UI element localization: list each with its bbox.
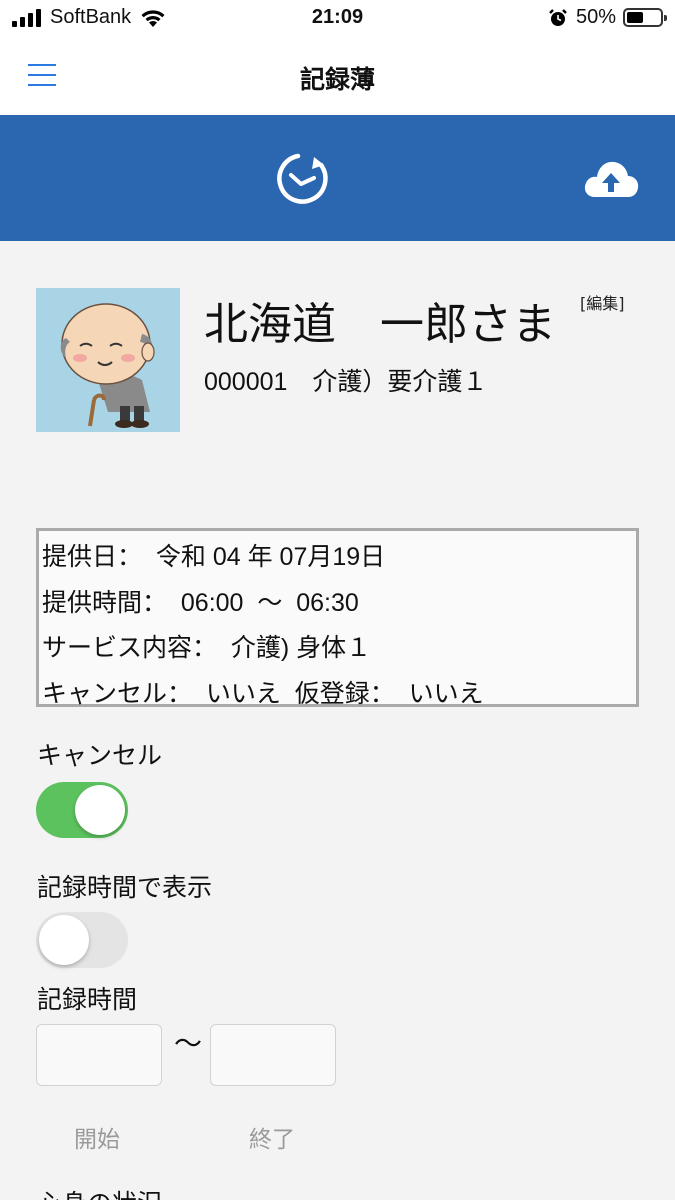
toolbar xyxy=(0,115,675,241)
service-cancel-status: キャンセル： いいえ 仮登録： いいえ xyxy=(42,679,484,708)
battery-fill xyxy=(627,12,643,23)
toggle-knob xyxy=(39,915,89,965)
service-info-box: 提供日： 令和 04 年 07月19日 提供時間： 06:00 〜 06:30 … xyxy=(36,528,639,708)
record-time-label: 記録時間 xyxy=(37,985,138,1014)
start-label: 開始 xyxy=(74,1127,120,1153)
battery-percent: 50% xyxy=(575,6,616,28)
status-bar: SoftBank 21:09 50% xyxy=(0,0,675,38)
nav-bar: 記録薄 xyxy=(0,38,675,115)
patient-info: 000001 介護）要介護１ xyxy=(204,368,488,396)
physical-condition-label: 心身の状況 xyxy=(37,1184,162,1200)
service-date: 提供日： 令和 04 年 07月19日 xyxy=(42,543,386,571)
cancel-label: キャンセル xyxy=(37,741,163,770)
toggle-knob xyxy=(75,785,125,835)
page-title: 記録薄 xyxy=(299,65,375,94)
cancel-toggle[interactable] xyxy=(36,782,128,838)
end-label: 終了 xyxy=(249,1127,295,1153)
patient-name: 北海道 一郎さま xyxy=(204,300,556,349)
cloud-upload-icon[interactable] xyxy=(582,155,640,201)
range-tilde: 〜 xyxy=(174,1027,203,1060)
avatar xyxy=(36,288,180,432)
edit-link[interactable]: [編集] xyxy=(580,290,625,314)
battery-icon xyxy=(623,8,667,27)
record-time-display-toggle[interactable] xyxy=(36,912,128,968)
start-time-input[interactable] xyxy=(36,1024,162,1086)
end-time-input[interactable] xyxy=(210,1024,336,1086)
service-content: サービス内容： 介護) 身体１ xyxy=(42,634,372,662)
record-time-display-label: 記録時間で表示 xyxy=(37,873,213,902)
alarm-icon xyxy=(549,8,567,26)
history-clock-icon[interactable] xyxy=(274,151,332,207)
elderly-man-illustration xyxy=(36,288,180,432)
service-time: 提供時間： 06:00 〜 06:30 xyxy=(42,588,359,617)
